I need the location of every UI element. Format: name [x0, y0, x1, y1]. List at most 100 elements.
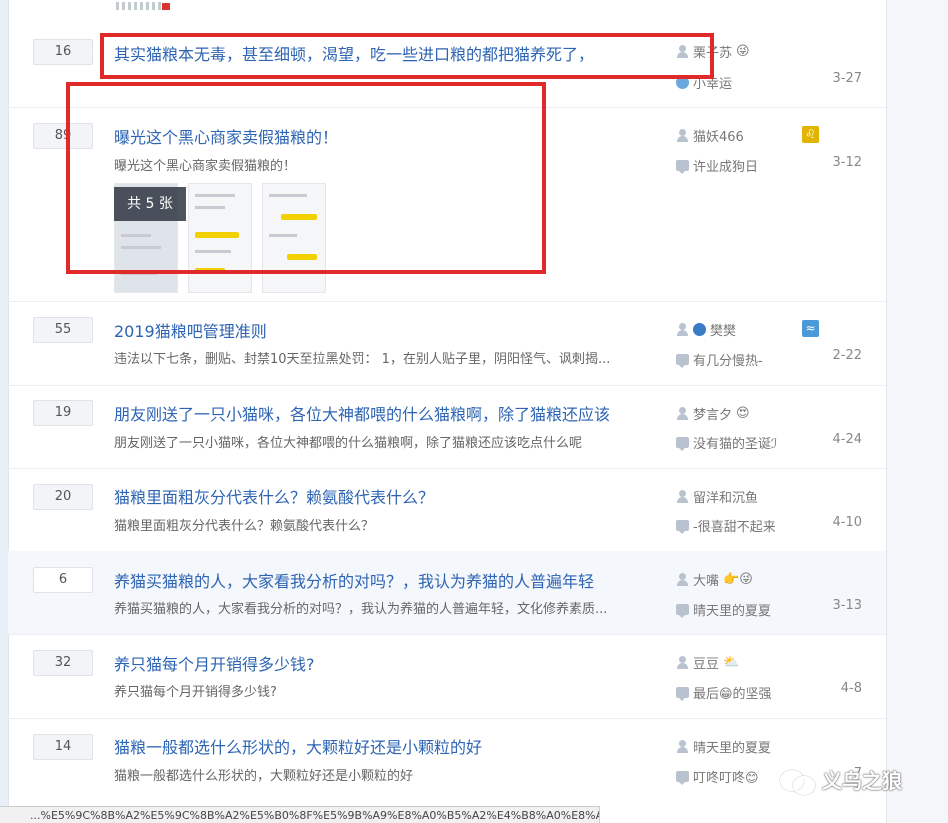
user-icon	[676, 407, 689, 420]
user-icon	[676, 129, 689, 142]
thread-author[interactable]: 猫妖466	[676, 126, 744, 145]
gallery-thumb[interactable]	[262, 183, 326, 293]
chat-bubble	[195, 268, 225, 274]
author-name[interactable]: 豆豆	[693, 653, 719, 672]
last-reply-name[interactable]: 最后😁的坚强	[693, 683, 772, 702]
thumb-line	[195, 194, 235, 197]
thread-title-link[interactable]: 养猫买猫粮的人，大家看我分析的对吗？，我认为养猫的人普遍年轻	[114, 568, 594, 592]
last-replier[interactable]: 小幸运	[676, 73, 732, 92]
author-name[interactable]: 樊樊	[710, 320, 736, 339]
zodiac-aquarius-icon: ≈	[802, 320, 819, 337]
table-row: 19 朋友刚送了一只小猫咪，各位大神都喂的什么猫粮啊，除了猫粮还应该 朋友刚送了…	[8, 385, 886, 469]
author-name[interactable]: 猫妖466	[693, 126, 744, 145]
last-reply-name[interactable]: 有几分慢热-	[693, 350, 763, 369]
last-replier[interactable]: 晴天里的夏夏	[676, 600, 771, 619]
thread-excerpt: 违法以下七条，删贴、封禁10天至拉黑处罚： 1，在别人贴子里，阴阳怪气、讽刺揭.…	[114, 352, 611, 367]
reply-icon	[676, 687, 689, 701]
reply-icon	[676, 437, 689, 451]
reply-icon	[676, 354, 689, 368]
thread-title-link[interactable]: 朋友刚送了一只小猫咪，各位大神都喂的什么猫粮啊，除了猫粮还应该	[114, 401, 610, 425]
table-row: 89 曝光这个黑心商家卖假猫粮的！ 曝光这个黑心商家卖假猫粮的！ 共 5 张 猫…	[8, 107, 886, 302]
reply-count: 19	[33, 400, 93, 426]
thread-author[interactable]: 晴天里的夏夏	[676, 737, 771, 756]
thread-title-link[interactable]: 猫粮里面粗灰分代表什么？赖氨酸代表什么？	[114, 484, 434, 508]
table-row: 6 养猫买猫粮的人，大家看我分析的对吗？，我认为养猫的人普遍年轻 养猫买猫粮的人…	[8, 551, 886, 635]
user-icon	[676, 45, 689, 58]
thread-list: 16 其实猫粮本无毒，甚至细顿，渴望，吃一些进口粮的都把猫养死了， ▁▁▁▁▁▁…	[8, 0, 886, 823]
last-reply-name[interactable]: 许业成狗日	[693, 156, 758, 175]
last-replier[interactable]: 有几分慢热-	[676, 350, 763, 369]
thread-title-link[interactable]: 猫粮一般都选什么形状的，大颗粒好还是小颗粒的好	[114, 734, 482, 758]
reply-count: 6	[33, 567, 93, 593]
thread-title-link[interactable]: 其实猫粮本无毒，甚至细顿，渴望，吃一些进口粮的都把猫养死了，	[114, 41, 594, 65]
table-row: 16 其实猫粮本无毒，甚至细顿，渴望，吃一些进口粮的都把猫养死了， ▁▁▁▁▁▁…	[8, 24, 886, 108]
reply-icon	[676, 520, 689, 534]
user-icon	[676, 323, 689, 336]
thread-author[interactable]: 留洋和沉鱼	[676, 487, 758, 506]
chat-bubble	[195, 232, 239, 238]
last-reply-name[interactable]: 晴天里的夏夏	[693, 600, 771, 619]
thread-excerpt-obscured: ▁▁▁▁▁▁▁▁▁▁▁▁▁▁▁▁▁▁▁▁▁▁▁	[114, 70, 390, 85]
user-icon	[676, 740, 689, 753]
author-name[interactable]: 梦言夕	[693, 404, 732, 423]
last-replier[interactable]: 最后😁的坚强	[676, 683, 772, 702]
reply-count: 32	[33, 650, 93, 676]
thread-author[interactable]: 豆豆 ⛅	[676, 653, 739, 672]
thread-author[interactable]: 梦言夕 😍	[676, 404, 750, 423]
avatar-icon	[676, 76, 689, 89]
table-row: 20 猫粮里面粗灰分代表什么？赖氨酸代表什么？ 猫粮里面粗灰分代表什么？赖氨酸代…	[8, 468, 886, 552]
right-sidebar	[886, 0, 948, 823]
author-emoji: 😜	[736, 44, 750, 59]
last-reply-name[interactable]: 小幸运	[693, 73, 732, 92]
thread-author[interactable]: 栗子苏 😜	[676, 42, 750, 61]
reply-count: 14	[33, 734, 93, 760]
table-row: 55 2019猫粮吧管理准则 违法以下七条，删贴、封禁10天至拉黑处罚： 1，在…	[8, 301, 886, 386]
table-row: 32 养只猫每个月开销得多少钱? 养只猫每个月开销得多少钱? 豆豆 ⛅ 最后😁的…	[8, 634, 886, 719]
last-replier[interactable]: 许业成狗日	[676, 156, 758, 175]
thread-excerpt: 猫粮一般都选什么形状的，大颗粒好还是小颗粒的好	[114, 769, 414, 784]
author-name[interactable]: 留洋和沉鱼	[693, 487, 758, 506]
thumb-line	[121, 246, 161, 249]
wechat-icon	[780, 766, 815, 795]
author-emoji: 👉😜	[723, 572, 753, 587]
table-row: 14 猫粮一般都选什么形状的，大颗粒好还是小颗粒的好 猫粮一般都选什么形状的，大…	[8, 718, 886, 806]
reply-icon	[676, 160, 689, 174]
reply-date: 3-12	[832, 155, 862, 170]
reply-date: 4-8	[840, 681, 862, 696]
last-replier[interactable]: -很喜甜不起来	[676, 516, 776, 535]
thread-excerpt: 曝光这个黑心商家卖假猫粮的！	[114, 159, 297, 174]
watermark-text: 义乌之狼	[822, 769, 902, 793]
thumb-line	[121, 272, 157, 275]
thread-title-link[interactable]: 2019猫粮吧管理准则	[114, 318, 267, 342]
last-replier[interactable]: 没有猫的圣诞ℐ	[676, 433, 777, 452]
gallery-count-label: 共 5 张	[114, 187, 186, 221]
reply-date: 2-22	[832, 348, 862, 363]
reply-date: 4-24	[832, 432, 862, 447]
thread-author[interactable]: 大嘴 👉😜	[676, 570, 753, 589]
thread-author[interactable]: 樊樊	[676, 320, 736, 339]
author-name[interactable]: 大嘴	[693, 570, 719, 589]
last-reply-name[interactable]: 没有猫的圣诞ℐ	[693, 433, 777, 452]
avatar-icon	[693, 323, 706, 336]
thumb-line	[195, 206, 225, 209]
reply-date: 4-10	[832, 515, 862, 530]
author-name[interactable]: 晴天里的夏夏	[693, 737, 771, 756]
last-reply-name[interactable]: -很喜甜不起来	[693, 516, 776, 535]
author-name[interactable]: 栗子苏	[693, 42, 732, 61]
thread-title-link[interactable]: 养只猫每个月开销得多少钱?	[114, 651, 315, 675]
reply-icon	[676, 604, 689, 618]
reply-date: 3-13	[832, 598, 862, 613]
gallery-thumb[interactable]	[188, 183, 252, 293]
reply-icon	[676, 771, 689, 785]
thread-excerpt: 养猫买猫粮的人，大家看我分析的对吗？，我认为养猫的人普遍年轻，文化修养素质...	[114, 602, 608, 617]
image-fragment	[116, 2, 162, 10]
user-icon	[676, 573, 689, 586]
image-gallery[interactable]: 共 5 张	[114, 183, 326, 293]
reply-date: 3-27	[832, 71, 862, 86]
thread-title-link[interactable]: 曝光这个黑心商家卖假猫粮的！	[114, 124, 338, 148]
reply-count: 89	[33, 123, 93, 149]
thumb-line	[121, 234, 151, 237]
chat-bubble	[287, 254, 317, 260]
last-replier[interactable]: 叮咚叮咚😊	[676, 767, 759, 786]
last-reply-name[interactable]: 叮咚叮咚😊	[693, 767, 759, 786]
